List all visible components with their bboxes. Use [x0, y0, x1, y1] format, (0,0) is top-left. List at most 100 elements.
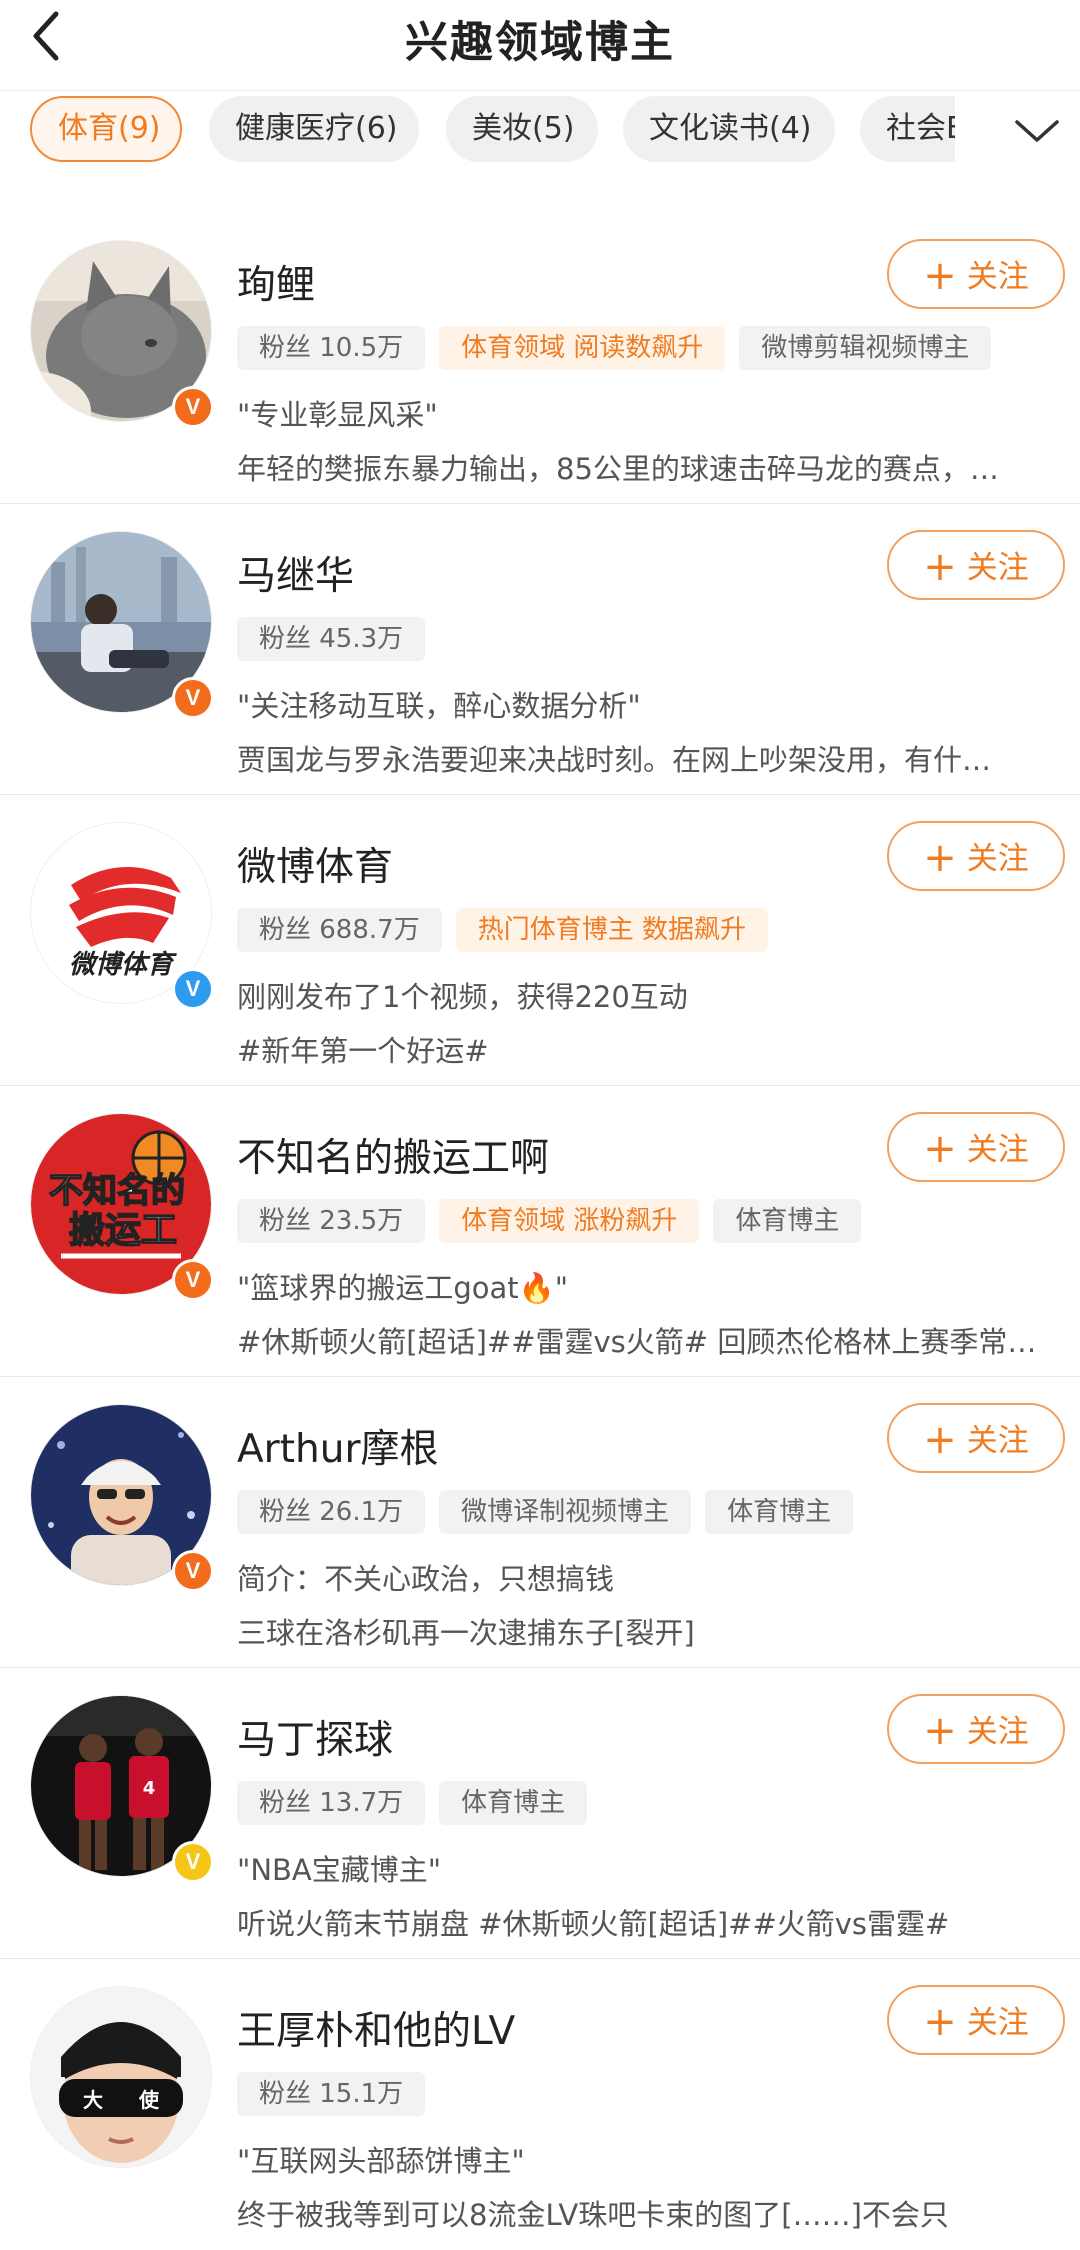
- tag-row: 粉丝 23.5万 体育领域 涨粉飙升 体育博主: [237, 1199, 875, 1245]
- man-sunglasses-image: 大 使: [31, 1987, 211, 2167]
- tag-row: 粉丝 45.3万: [237, 617, 439, 663]
- follow-button[interactable]: + 关注: [887, 821, 1065, 891]
- blogger-name[interactable]: 马继华: [237, 545, 354, 601]
- verified-badge: V: [172, 1550, 214, 1592]
- tab-health[interactable]: 健康医疗(6): [209, 96, 419, 162]
- fans-count-tag: 粉丝 10.5万: [237, 326, 426, 370]
- verified-badge: V: [172, 968, 214, 1010]
- avatar[interactable]: 大 使: [30, 1986, 212, 2168]
- expand-tabs-button[interactable]: [1012, 114, 1062, 148]
- blogger-bio: "专业彰显风采": [237, 398, 438, 432]
- blogger-name[interactable]: 珣鲤: [237, 254, 315, 310]
- logo-text-bottom: 搬运工: [69, 1210, 177, 1251]
- blogger-name[interactable]: 王厚朴和他的LV: [237, 2000, 515, 2056]
- divider: [0, 794, 1080, 795]
- tab-society[interactable]: 社会E: [860, 96, 955, 162]
- logo-text-top: 不知名的: [49, 1171, 185, 1211]
- divider: [0, 1958, 1080, 1959]
- verified-badge: V: [172, 1259, 214, 1301]
- plus-icon: +: [923, 1999, 957, 2045]
- plus-icon: +: [923, 253, 957, 299]
- latest-post[interactable]: 年轻的樊振东暴力输出，85公里的球速击碎马龙的赛点，…: [237, 446, 1057, 488]
- list-item[interactable]: 不知名的 搬运工 V 不知名的搬运工啊 + 关注 粉丝 23.5万 体育领域 涨粉飙…: [0, 1087, 1080, 1377]
- plus-icon: +: [923, 1417, 957, 1463]
- category-tabs: 体育(9) 健康医疗(6) 美妆(5) 文化读书(4) 社会E: [0, 96, 1080, 166]
- follow-button[interactable]: + 关注: [887, 239, 1065, 309]
- fans-count-tag: 粉丝 45.3万: [237, 617, 426, 661]
- fans-count-tag: 粉丝 23.5万: [237, 1199, 426, 1243]
- tab-sports[interactable]: 体育(9): [30, 96, 182, 162]
- category-tag: 微博译制视频博主: [439, 1490, 692, 1534]
- list-item[interactable]: V Arthur摩根 + 关注 粉丝 26.1万 微博译制视频博主 体育博主 简介：不…: [0, 1378, 1080, 1668]
- follow-button[interactable]: + 关注: [887, 1694, 1065, 1764]
- avatar[interactable]: V: [30, 240, 214, 428]
- hot-tag: 体育领域 涨粉飙升: [439, 1199, 700, 1243]
- avatar[interactable]: 微博体育 V: [30, 822, 214, 1010]
- divider: [0, 1376, 1080, 1377]
- blogger-bio: 简介：不关心政治，只想搞钱: [237, 1562, 615, 1596]
- plus-icon: +: [923, 835, 957, 881]
- svg-text:4: 4: [143, 1778, 156, 1799]
- tag-row: 粉丝 26.1万 微博译制视频博主 体育博主: [237, 1490, 867, 1536]
- fans-count-tag: 粉丝 15.1万: [237, 2072, 426, 2116]
- follow-button[interactable]: + 关注: [887, 1985, 1065, 2055]
- avatar[interactable]: 不知名的 搬运工 V: [30, 1113, 214, 1301]
- follow-button[interactable]: + 关注: [887, 1112, 1065, 1182]
- verified-badge: V: [172, 1841, 214, 1883]
- tab-culture-reading[interactable]: 文化读书(4): [623, 96, 835, 162]
- plus-icon: +: [923, 1708, 957, 1754]
- tag-row: 粉丝 688.7万 热门体育博主 数据飙升: [237, 908, 782, 954]
- divider: [0, 503, 1080, 504]
- verified-badge: V: [172, 677, 214, 719]
- blogger-name[interactable]: 不知名的搬运工啊: [237, 1127, 549, 1183]
- verified-badge: V: [172, 386, 214, 428]
- tag-row: 粉丝 10.5万 体育领域 阅读数飙升 微博剪辑视频博主: [237, 326, 1005, 372]
- blogger-name[interactable]: 微博体育: [237, 836, 393, 892]
- category-tag: 体育博主: [705, 1490, 854, 1534]
- header: 兴趣领域博主: [0, 0, 1080, 88]
- follow-button[interactable]: + 关注: [887, 530, 1065, 600]
- glasses-text-right: 使: [138, 2088, 160, 2112]
- blogger-bio: "NBA宝藏博主": [237, 1853, 442, 1887]
- blogger-name[interactable]: 马丁探球: [237, 1709, 393, 1765]
- latest-post[interactable]: #休斯顿火箭[超话]##雷霆vs火箭# 回顾杰伦格林上赛季常…: [237, 1319, 1057, 1361]
- category-tag: 体育博主: [439, 1781, 588, 1825]
- tag-row: 粉丝 15.1万: [237, 2072, 439, 2118]
- category-tag: 体育博主: [713, 1199, 862, 1243]
- header-divider: [0, 90, 1080, 91]
- divider: [0, 1667, 1080, 1668]
- hot-tag: 体育领域 阅读数飙升: [439, 326, 726, 370]
- fans-count-tag: 粉丝 13.7万: [237, 1781, 426, 1825]
- latest-post[interactable]: 贾国龙与罗永浩要迎来决战时刻。在网上吵架没用，有什…: [237, 737, 1057, 779]
- category-tag: 微博剪辑视频博主: [739, 326, 992, 370]
- list-item[interactable]: 4 V 马丁探球 + 关注 粉丝 13.7万 体育博主 "NBA宝藏博主" 听说火箭…: [0, 1669, 1080, 1959]
- logo-text: 微博体育: [69, 950, 177, 980]
- tab-beauty[interactable]: 美妆(5): [446, 96, 598, 162]
- avatar[interactable]: V: [30, 1404, 214, 1592]
- avatar[interactable]: V: [30, 531, 214, 719]
- latest-post[interactable]: 终于被我等到可以8流金LV珠吧卡束的图了[……]不会只: [237, 2192, 1057, 2234]
- fans-count-tag: 粉丝 688.7万: [237, 908, 442, 952]
- follow-button[interactable]: + 关注: [887, 1403, 1065, 1473]
- latest-post[interactable]: 听说火箭末节崩盘 #休斯顿火箭[超话]##火箭vs雷霆#: [237, 1901, 1057, 1943]
- latest-post[interactable]: #新年第一个好运#: [237, 1028, 1057, 1070]
- avatar[interactable]: 4 V: [30, 1695, 214, 1883]
- blogger-bio: "关注移动互联，醉心数据分析": [237, 689, 641, 723]
- blogger-name[interactable]: Arthur摩根: [237, 1418, 438, 1474]
- list-item[interactable]: V 马继华 + 关注 粉丝 45.3万 "关注移动互联，醉心数据分析" 贾国龙与罗…: [0, 505, 1080, 795]
- blogger-bio: "篮球界的搬运工goat🔥": [237, 1271, 569, 1305]
- plus-icon: +: [923, 1126, 957, 1172]
- latest-post[interactable]: 三球在洛杉矶再一次逮捕东子[裂开]: [237, 1610, 1057, 1652]
- page-title: 兴趣领域博主: [405, 18, 675, 68]
- tag-row: 粉丝 13.7万 体育博主: [237, 1781, 601, 1827]
- glasses-text-left: 大: [83, 2088, 103, 2112]
- list-item[interactable]: V 珣鲤 + 关注 粉丝 10.5万 体育领域 阅读数飙升 微博剪辑视频博主 "专业彰…: [0, 214, 1080, 504]
- list-item[interactable]: 大 使 王厚朴和他的LV + 关注 粉丝 15.1万 "互联网头部舔饼博主" 终于…: [0, 1960, 1080, 2250]
- fans-count-tag: 粉丝 26.1万: [237, 1490, 426, 1534]
- chevron-down-icon: [1015, 120, 1059, 142]
- hot-tag: 热门体育博主 数据飙升: [455, 908, 768, 952]
- blogger-bio: "互联网头部舔饼博主": [237, 2144, 525, 2178]
- list-item[interactable]: 微博体育 V 微博体育 + 关注 粉丝 688.7万 热门体育博主 数据飙升 刚刚发…: [0, 796, 1080, 1086]
- divider: [0, 1085, 1080, 1086]
- plus-icon: +: [923, 544, 957, 590]
